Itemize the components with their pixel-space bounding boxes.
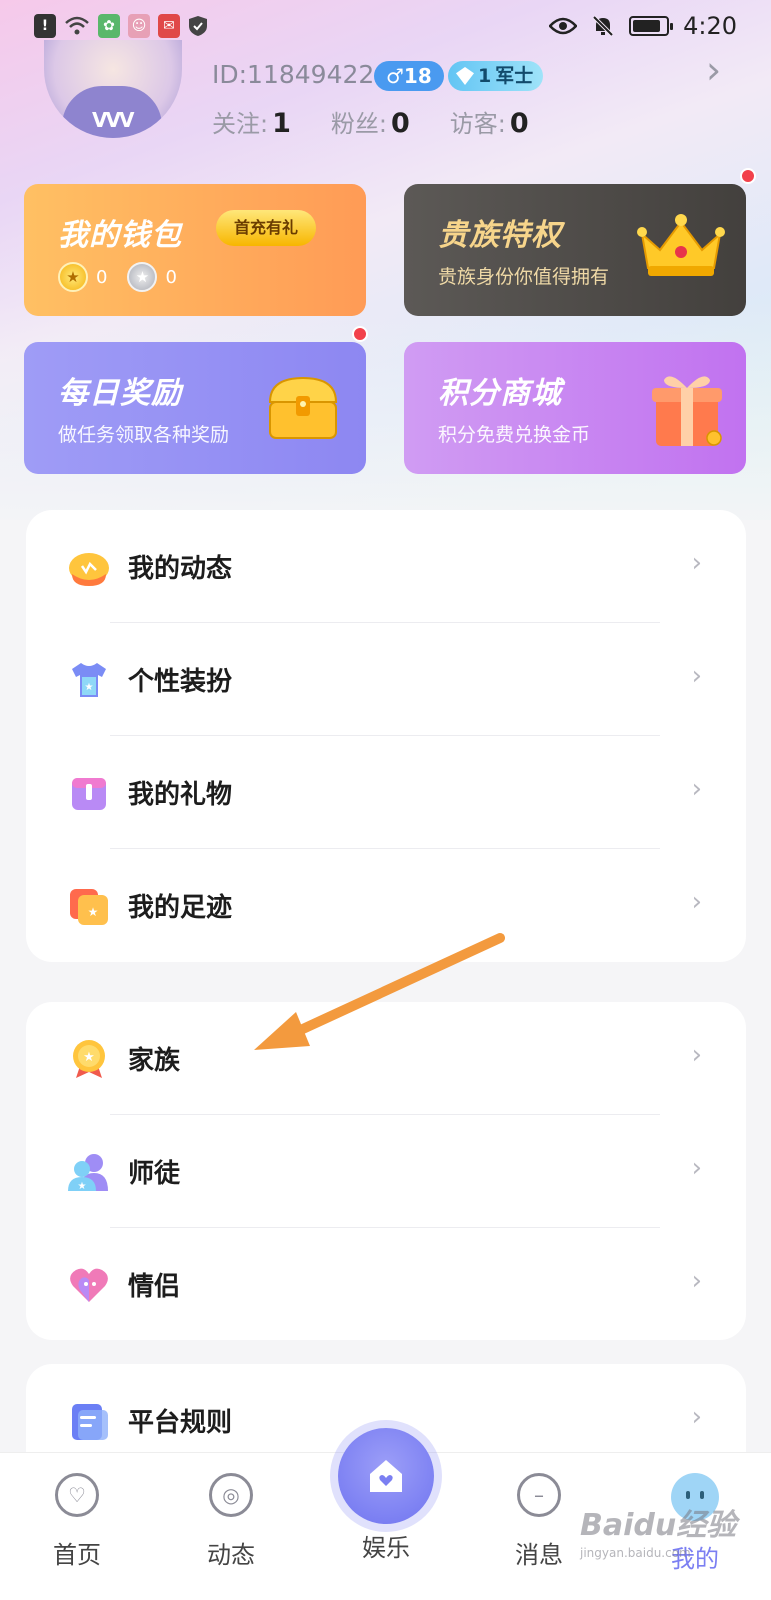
menu-item-dress-up[interactable]: ★ 个性装扮 › — [26, 623, 746, 736]
user-id: ID:11849422 — [212, 60, 375, 89]
chevron-right-icon: › — [691, 1153, 702, 1183]
tab-entertainment-button[interactable] — [338, 1428, 434, 1524]
points-title: 积分商城 — [438, 376, 562, 411]
gift-box-icon — [652, 376, 722, 446]
menu-label: 个性装扮 — [128, 667, 233, 697]
shield-icon — [189, 16, 207, 36]
noble-red-dot — [740, 168, 756, 184]
document-icon — [72, 1404, 108, 1440]
stat-visitors[interactable]: 访客: 0 — [450, 104, 529, 139]
menu-label: 我的礼物 — [128, 780, 233, 810]
app-notification-icon: ☺ — [128, 14, 150, 38]
menu-label: 家族 — [128, 1046, 181, 1076]
daily-red-dot — [352, 326, 368, 342]
daily-reward-card[interactable]: 每日奖励 做任务领取各种奖励 — [24, 342, 366, 474]
tab-home[interactable]: ♡ 首页 — [22, 1473, 132, 1570]
users-icon: ★ — [68, 1154, 108, 1192]
silver-coin-count: 0 — [165, 266, 177, 288]
menu-item-family[interactable]: ★ 家族 › — [26, 1002, 746, 1115]
first-recharge-badge: 首充有礼 — [216, 210, 317, 246]
tab-label: 消息 — [515, 1541, 563, 1569]
coin-balances: ★ 0 ★ 0 — [58, 262, 177, 292]
menu-label: 平台规则 — [128, 1408, 233, 1438]
menu-label: 我的足迹 — [128, 893, 233, 923]
tab-label-entertainment: 娱乐 — [362, 1534, 410, 1562]
points-mall-card[interactable]: 积分商城 积分免费兑换金币 — [404, 342, 746, 474]
system-icons: 4:20 — [549, 12, 737, 40]
clock: 4:20 — [683, 12, 737, 40]
tab-messages[interactable]: – 消息 — [484, 1473, 594, 1570]
noble-subtitle: 贵族身份你值得拥有 — [438, 266, 610, 288]
chevron-right-icon: › — [691, 1266, 702, 1296]
silver-coin-icon: ★ — [127, 262, 158, 292]
daily-subtitle: 做任务领取各种奖励 — [58, 424, 230, 446]
stat-fans[interactable]: 粉丝: 0 — [331, 104, 410, 139]
profile-stats: 关注: 1 粉丝: 0 访客: 0 — [212, 104, 529, 139]
svg-text:★: ★ — [78, 1181, 87, 1192]
svg-text:★: ★ — [83, 1050, 95, 1065]
chevron-right-icon: › — [691, 1040, 702, 1070]
wallet-card[interactable]: 我的钱包 首充有礼 ★ 0 ★ 0 — [24, 184, 366, 316]
profile-chevron-icon[interactable]: › — [706, 48, 721, 92]
notification-icons: ! ✿ ☺ ✉ — [34, 14, 208, 38]
noble-privilege-card[interactable]: 贵族特权 贵族身份你值得拥有 — [404, 184, 746, 316]
gold-coin-icon: ★ — [58, 262, 88, 292]
wifi-icon — [65, 16, 89, 35]
crown-icon — [637, 214, 725, 276]
menu-item-mentorship[interactable]: ★ 师徒 › — [26, 1115, 746, 1228]
chevron-right-icon: › — [691, 548, 702, 578]
menu-item-couple[interactable]: 情侣 › — [26, 1228, 746, 1341]
app-notification-icon: ✉ — [158, 14, 180, 38]
gold-coin-count: 0 — [96, 266, 108, 288]
chevron-right-icon: › — [691, 1402, 702, 1432]
house-icon — [370, 1460, 402, 1492]
alert-icon: ! — [34, 14, 56, 38]
chevron-right-icon: › — [691, 887, 702, 917]
rank-title: 军士 — [495, 65, 534, 87]
eye-icon — [549, 17, 578, 35]
app-notification-icon: ✿ — [98, 14, 120, 38]
chat-bubble-icon: – — [517, 1473, 561, 1517]
daily-title: 每日奖励 — [58, 376, 182, 411]
wallet-title: 我的钱包 — [58, 218, 182, 253]
treasure-chest-icon — [268, 376, 338, 439]
points-subtitle: 积分免费兑换金币 — [438, 424, 591, 446]
tab-moments[interactable]: ◎ 动态 — [176, 1473, 286, 1570]
menu-label: 师徒 — [128, 1159, 181, 1189]
tab-label: 首页 — [53, 1541, 101, 1569]
menu-group-personal: 我的动态 › ★ 个性装扮 › 我的礼物 › ★ 我的足迹 › — [26, 510, 746, 962]
tshirt-icon: ★ — [72, 663, 106, 697]
menu-group-social: ★ 家族 › ★ 师徒 › 情侣 › — [26, 1002, 746, 1340]
menu-label: 我的动态 — [128, 554, 233, 584]
menu-item-my-footprints[interactable]: ★ 我的足迹 › — [26, 849, 746, 962]
gender-age-badge: ♂18 — [374, 61, 444, 91]
gift-icon — [72, 778, 106, 810]
rank-gem-icon — [456, 67, 474, 85]
stat-following[interactable]: 关注: 1 — [212, 104, 291, 139]
heart-icon — [70, 1268, 108, 1302]
chevron-right-icon: › — [691, 774, 702, 804]
menu-item-my-moments[interactable]: 我的动态 › — [26, 510, 746, 623]
moments-icon — [69, 553, 109, 586]
heart-outline-icon: ♡ — [55, 1473, 99, 1517]
noble-title: 贵族特权 — [438, 218, 562, 253]
baidu-watermark: Baidu经验 jingyan.baidu.com — [580, 1508, 737, 1560]
medal-icon: ★ — [73, 1040, 105, 1078]
menu-label: 情侣 — [128, 1272, 181, 1302]
footprint-icon: ★ — [70, 889, 108, 925]
menu-item-my-gifts[interactable]: 我的礼物 › — [26, 736, 746, 849]
tab-label: 动态 — [207, 1541, 255, 1569]
avatar[interactable]: VVV — [44, 40, 182, 138]
rank-badge: 1 军士 — [448, 61, 544, 91]
rank-level: 1 — [478, 65, 492, 87]
planet-icon: ◎ — [209, 1473, 253, 1517]
svg-text:★: ★ — [85, 682, 94, 693]
mute-bell-icon — [592, 15, 614, 37]
svg-text:★: ★ — [88, 905, 99, 919]
chevron-right-icon: › — [691, 661, 702, 691]
battery-icon — [629, 16, 674, 36]
